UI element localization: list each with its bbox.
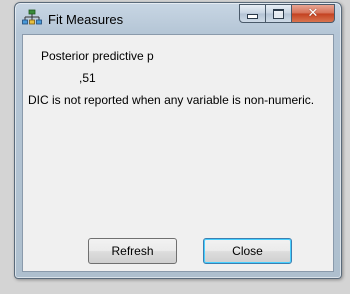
posterior-predictive-label: Posterior predictive p <box>41 49 154 63</box>
window-title: Fit Measures <box>48 12 124 27</box>
network-diagram-icon <box>22 9 42 27</box>
maximize-icon <box>273 8 284 19</box>
minimize-button[interactable] <box>239 4 266 23</box>
dic-message: DIC is not reported when any variable is… <box>28 93 315 107</box>
maximize-button[interactable] <box>266 4 292 23</box>
caption-buttons: ✕ <box>239 4 335 23</box>
close-button[interactable]: Close <box>203 238 292 264</box>
close-icon: ✕ <box>307 6 319 21</box>
dialog-body: Posterior predictive p ,51 DIC is not re… <box>22 34 334 272</box>
title-bar[interactable]: Fit Measures ✕ <box>15 3 341 33</box>
fit-measures-window: Fit Measures ✕ Posterior predictive p ,5… <box>14 2 342 279</box>
posterior-predictive-value: ,51 <box>79 71 96 85</box>
minimize-icon <box>247 14 258 19</box>
refresh-button[interactable]: Refresh <box>88 238 177 264</box>
close-window-button[interactable]: ✕ <box>292 4 335 23</box>
